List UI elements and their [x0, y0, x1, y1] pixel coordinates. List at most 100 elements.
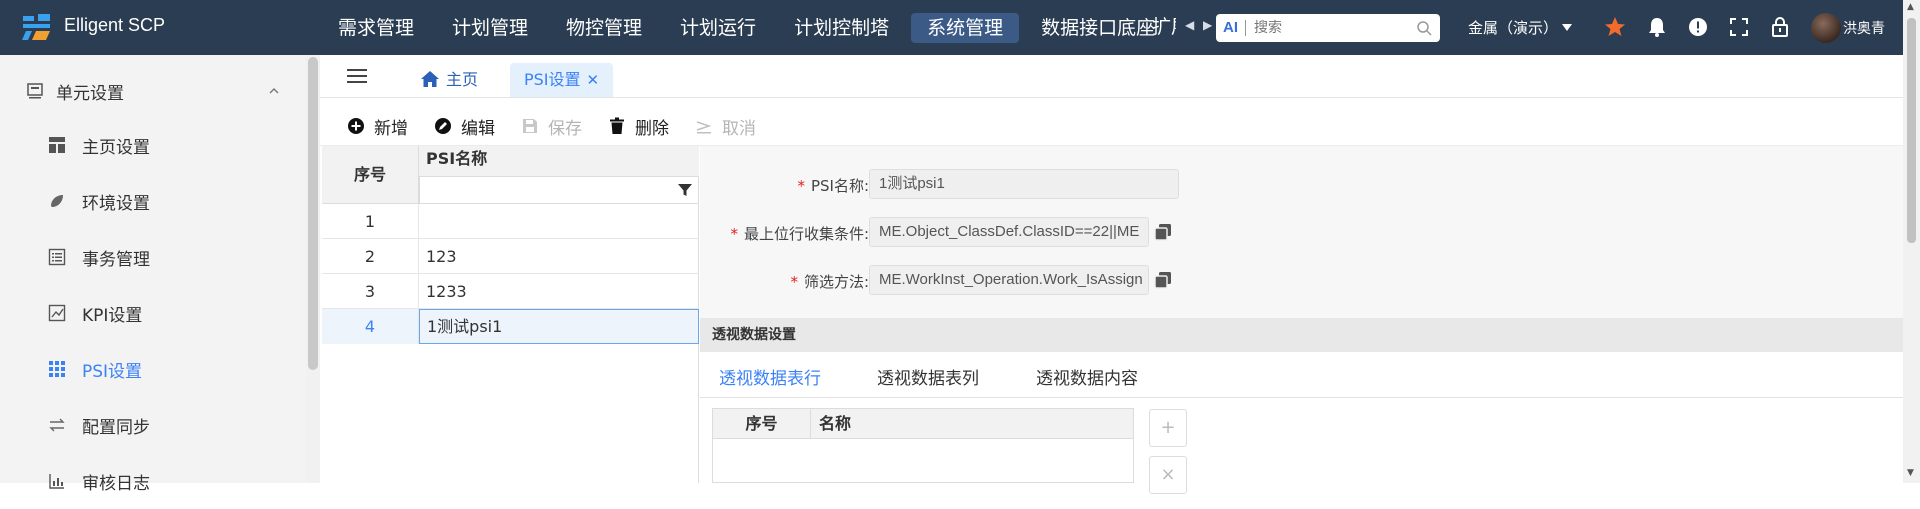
dashboard-icon — [49, 137, 65, 153]
save-button[interactable]: 保存 — [521, 114, 582, 139]
sidebar-item-transactions[interactable]: 事务管理 — [0, 229, 306, 285]
filter-icon[interactable] — [678, 183, 692, 197]
star-icon[interactable] — [1603, 15, 1627, 39]
sidebar-item-environment[interactable]: 环境设置 — [0, 173, 306, 229]
sidebar-scrollbar[interactable] — [306, 55, 320, 483]
sidebar-item-label: KPI设置 — [82, 306, 143, 326]
sidebar-item-label: 环境设置 — [82, 194, 150, 214]
nav-next-icon[interactable]: ▶ — [1203, 18, 1212, 32]
table-row[interactable]: 1 — [322, 204, 699, 239]
tab-psi-settings[interactable]: PSI设置 ✕ — [510, 63, 614, 97]
tab-divider — [320, 97, 1903, 98]
search-box[interactable]: AI — [1216, 14, 1440, 42]
row-seq: 4 — [322, 309, 419, 344]
sidebar-item-home-settings[interactable]: 主页设置 — [0, 117, 306, 173]
list-icon — [48, 248, 66, 266]
pivot-subtabs: 透视数据表行 透视数据表列 透视数据内容 — [700, 352, 1903, 398]
lock-icon[interactable] — [1768, 15, 1792, 39]
sync-icon — [49, 418, 65, 432]
delete-button[interactable]: 删除 — [608, 114, 669, 139]
tab-home[interactable]: 主页 — [410, 63, 488, 97]
cancel-button[interactable]: 取消 — [695, 114, 756, 139]
nav-system[interactable]: 系统管理 — [911, 12, 1020, 43]
psi-name-field[interactable]: 1测试psi1 — [869, 169, 1179, 199]
save-label: 保存 — [548, 118, 582, 139]
page-scrollbar-thumb[interactable] — [1907, 18, 1916, 243]
nav-run[interactable]: 计划运行 — [664, 13, 772, 43]
pivot-section-title: 透视数据设置 — [700, 318, 1903, 352]
edit-button[interactable]: 编辑 — [434, 114, 495, 139]
column-header-psi-name[interactable]: PSI名称 — [419, 146, 699, 176]
close-icon[interactable]: ✕ — [587, 71, 600, 89]
expression-editor-icon[interactable] — [1154, 271, 1172, 289]
scroll-up-icon[interactable]: ▲ — [1907, 2, 1914, 12]
row-name[interactable]: 1233 — [419, 274, 699, 309]
form-row-filter-method: * 筛选方法: ME.WorkInst_Operation.Work_IsAssi… — [700, 265, 1903, 295]
nav-overflow-item[interactable]: 扩展 — [1152, 12, 1176, 42]
caret-down-icon[interactable] — [1562, 24, 1572, 31]
ai-icon[interactable]: AI — [1223, 19, 1238, 36]
sidebar-item-label: 事务管理 — [82, 250, 150, 270]
nav-plan[interactable]: 计划管理 — [436, 13, 544, 43]
add-button[interactable]: 新增 — [347, 114, 408, 139]
subtab-pivot-content[interactable]: 透视数据内容 — [1036, 364, 1138, 389]
search-icon[interactable] — [1416, 20, 1432, 36]
sidebar-scrollbar-thumb[interactable] — [308, 57, 318, 370]
remove-row-button[interactable]: × — [1149, 456, 1187, 494]
sidebar-item-kpi[interactable]: KPI设置 — [0, 285, 306, 341]
sidebar-item-config-sync[interactable]: 配置同步 — [0, 397, 306, 453]
row-seq: 1 — [322, 204, 419, 239]
sidebar-item-psi[interactable]: PSI设置 — [0, 341, 306, 397]
table-row[interactable]: 2 123 — [322, 239, 699, 274]
form-row-psi-name: * PSI名称: 1测试psi1 — [700, 169, 1903, 199]
column-header-seq[interactable]: 序号 — [322, 146, 419, 204]
chevron-up-icon[interactable] — [268, 85, 280, 97]
column-header-name[interactable]: 名称 — [811, 409, 1133, 439]
psi-name-label: * PSI名称: — [797, 177, 869, 195]
filter-method-field[interactable]: ME.WorkInst_Operation.Work_IsAssign — [869, 265, 1149, 295]
row-name[interactable] — [419, 204, 699, 239]
app-title: Elligent SCP — [64, 15, 166, 35]
subtab-pivot-rows[interactable]: 透视数据表行 — [719, 364, 821, 389]
log-icon — [49, 474, 64, 489]
nav-data-interface[interactable]: 数据接口底座 — [1025, 13, 1171, 43]
required-mark: * — [797, 177, 805, 195]
sidebar-group-unit-settings[interactable]: 单元设置 — [0, 71, 306, 111]
nav-prev-icon[interactable]: ◀ — [1185, 18, 1194, 32]
company-selector[interactable]: 金属（演示） — [1468, 17, 1558, 38]
avatar[interactable] — [1811, 13, 1841, 43]
top-condition-label: * 最上位行收集条件: — [730, 225, 869, 243]
scroll-down-icon[interactable]: ▼ — [1907, 468, 1914, 478]
table-row-selected[interactable]: 4 1测试psi1 — [322, 309, 699, 344]
column-header-seq[interactable]: 序号 — [713, 409, 811, 439]
menu-toggle-icon[interactable] — [347, 67, 367, 85]
row-name[interactable]: 1测试psi1 — [419, 309, 699, 344]
sidebar: 单元设置 主页设置 环境设置 事务管理 KPI设置 PSI设置 配置同步 审核日… — [0, 55, 306, 494]
home-icon — [421, 71, 439, 87]
bell-icon[interactable] — [1645, 15, 1669, 39]
row-name[interactable]: 123 — [419, 239, 699, 274]
subtab-pivot-columns[interactable]: 透视数据表列 — [877, 364, 979, 389]
table-row[interactable]: 3 1233 — [322, 274, 699, 309]
top-condition-field[interactable]: ME.Object_ClassDef.ClassID==22||ME — [869, 217, 1149, 247]
add-row-button[interactable]: + — [1149, 409, 1187, 447]
search-input[interactable] — [1254, 17, 1414, 39]
tab-psi-label: PSI设置 — [524, 70, 581, 89]
nav-material[interactable]: 物控管理 — [550, 13, 658, 43]
expression-editor-icon[interactable] — [1154, 223, 1172, 241]
page-scrollbar[interactable]: ▲ ▼ — [1903, 0, 1920, 483]
sidebar-item-audit-log[interactable]: 审核日志 — [0, 453, 306, 509]
nav-demand[interactable]: 需求管理 — [322, 13, 430, 43]
username[interactable]: 洪奥青 — [1843, 18, 1885, 38]
fullscreen-icon[interactable] — [1727, 15, 1751, 39]
chart-icon — [48, 304, 66, 322]
environment-icon — [51, 195, 63, 207]
toolbar: 新增 编辑 保存 删除 取消 — [347, 111, 782, 141]
top-bar: Elligent SCP 需求管理 计划管理 物控管理 计划运行 计划控制塔 系… — [0, 0, 1920, 55]
psi-detail-form: * PSI名称: 1测试psi1 * 最上位行收集条件: ME.Object_Cla… — [700, 146, 1903, 318]
alert-icon[interactable] — [1686, 15, 1710, 39]
form-row-top-condition: * 最上位行收集条件: ME.Object_ClassDef.ClassID==2… — [700, 217, 1903, 247]
main-nav: 需求管理 计划管理 物控管理 计划运行 计划控制塔 系统管理 数据接口底座 — [322, 0, 1177, 55]
column-filter-input[interactable] — [419, 176, 699, 204]
nav-control-tower[interactable]: 计划控制塔 — [778, 13, 905, 43]
